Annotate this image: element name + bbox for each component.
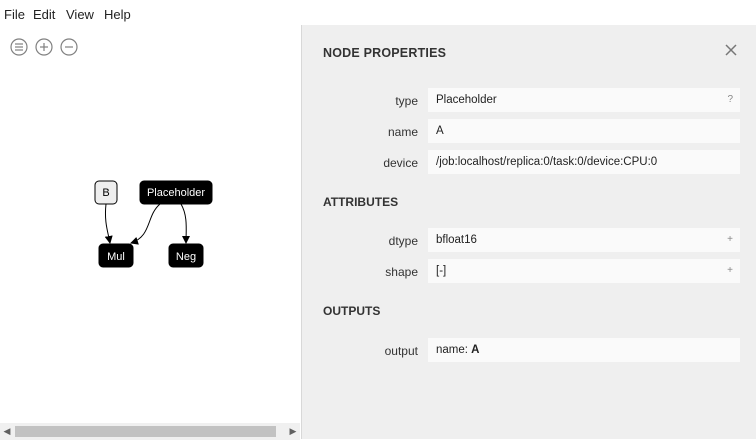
property-value-name-text: A <box>436 125 444 137</box>
node-mul-label: Mul <box>107 251 125 263</box>
scroll-right-icon[interactable]: ▶ <box>288 426 298 437</box>
node-placeholder-label: Placeholder <box>147 187 205 199</box>
node-placeholder[interactable]: Placeholder <box>139 180 213 205</box>
output-value-name: A <box>471 344 480 356</box>
edge-placeholder-to-neg <box>180 203 191 244</box>
output-label: output <box>384 344 418 358</box>
node-b-label: B <box>102 187 109 199</box>
property-label-name: name <box>387 125 418 139</box>
attribute-label-dtype: dtype <box>388 234 418 248</box>
property-label-device: device <box>383 156 418 170</box>
property-label-type: type <box>395 94 418 108</box>
edge-placeholder-to-mul <box>130 203 161 245</box>
menu-edit[interactable]: Edit <box>33 7 55 22</box>
expand-icon[interactable]: + <box>727 228 733 252</box>
help-icon[interactable]: ? <box>727 88 733 112</box>
property-value-type: Placeholder ? <box>428 88 740 112</box>
attributes-section-title: ATTRIBUTES <box>323 195 399 209</box>
horizontal-scrollbar[interactable]: ◀ ▶ <box>0 423 300 440</box>
sidebar-title: NODE PROPERTIES <box>323 46 447 60</box>
node-neg[interactable]: Neg <box>168 243 204 268</box>
scroll-left-icon[interactable]: ◀ <box>2 426 12 437</box>
node-b[interactable]: B <box>94 180 118 205</box>
node-neg-label: Neg <box>176 251 196 263</box>
menu-help[interactable]: Help <box>104 7 131 22</box>
attribute-value-shape: [-] + <box>428 259 740 283</box>
attribute-value-dtype-text: bfloat16 <box>436 234 477 246</box>
property-value-device: /job:localhost/replica:0/task:0/device:C… <box>428 150 740 174</box>
graph-canvas[interactable]: B Placeholder Mul Neg <box>0 28 300 423</box>
outputs-section-title: OUTPUTS <box>323 304 381 318</box>
expand-icon[interactable]: + <box>727 259 733 283</box>
property-value-device-text: /job:localhost/replica:0/task:0/device:C… <box>436 156 658 168</box>
property-value-name: A <box>428 119 740 143</box>
node-mul[interactable]: Mul <box>98 243 134 268</box>
scrollbar-thumb[interactable] <box>15 426 276 437</box>
close-icon <box>725 44 737 56</box>
node-properties-sidebar: NODE PROPERTIES type Placeholder ? name … <box>301 25 756 439</box>
menu-view[interactable]: View <box>66 7 94 22</box>
output-value: name: A <box>428 338 740 362</box>
property-value-type-text: Placeholder <box>436 94 497 106</box>
output-value-prefix: name: <box>436 344 472 356</box>
attribute-value-shape-text: [-] <box>436 265 447 277</box>
edge-b-to-mul <box>104 203 113 244</box>
menu-bar: File Edit View Help <box>0 0 300 28</box>
close-button[interactable] <box>723 42 739 58</box>
menu-file[interactable]: File <box>4 7 25 22</box>
attribute-label-shape: shape <box>385 265 418 279</box>
attribute-value-dtype: bfloat16 + <box>428 228 740 252</box>
